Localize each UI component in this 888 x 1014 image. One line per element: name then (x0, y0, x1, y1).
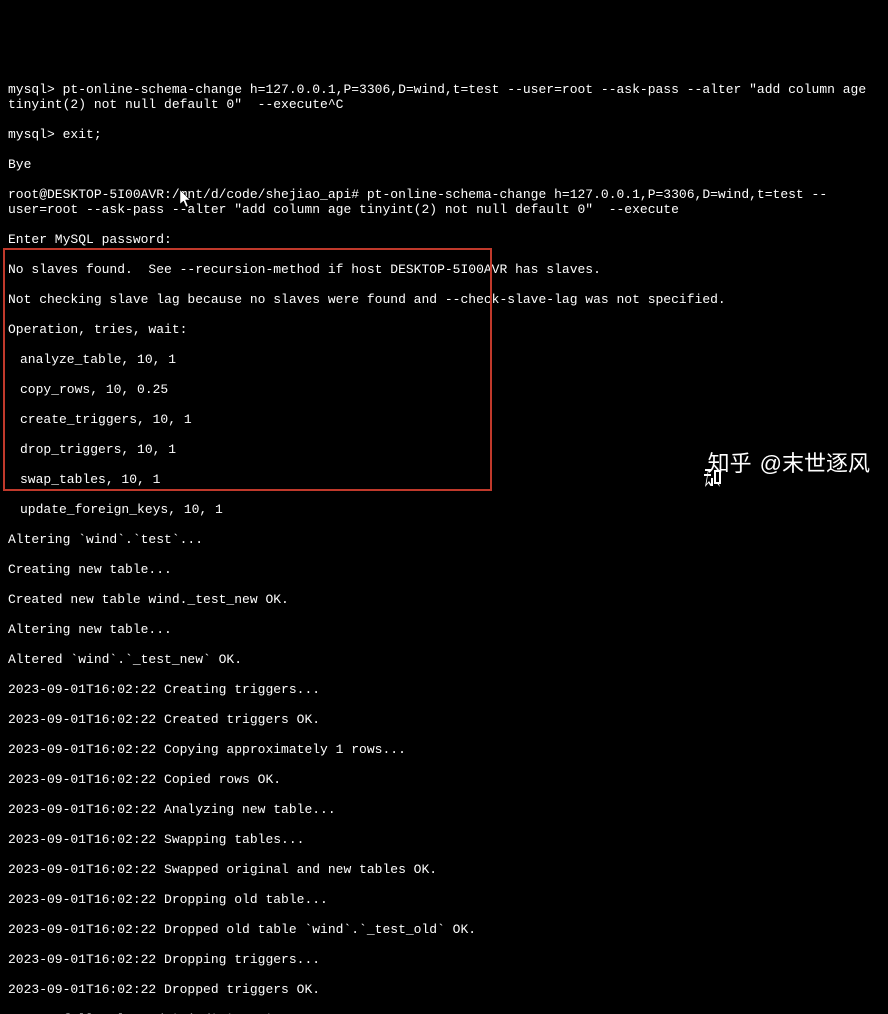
terminal-line: Altered `wind`.`_test_new` OK. (8, 652, 880, 667)
terminal-line: mysql> pt-online-schema-change h=127.0.0… (8, 82, 880, 112)
terminal-line: No slaves found. See --recursion-method … (8, 262, 880, 277)
terminal-line: swap_tables, 10, 1 (8, 472, 880, 487)
terminal-line: Altering `wind`.`test`... (8, 532, 880, 547)
terminal-line: root@DESKTOP-5I00AVR:/mnt/d/code/shejiao… (8, 187, 880, 217)
terminal-line: 2023-09-01T16:02:22 Dropping old table..… (8, 892, 880, 907)
terminal-line: Creating new table... (8, 562, 880, 577)
terminal-line: 2023-09-01T16:02:22 Dropping triggers... (8, 952, 880, 967)
terminal-line: drop_triggers, 10, 1 (8, 442, 880, 457)
terminal-line: 2023-09-01T16:02:22 Creating triggers... (8, 682, 880, 697)
terminal-line: 2023-09-01T16:02:22 Dropped triggers OK. (8, 982, 880, 997)
terminal-line: 2023-09-01T16:02:22 Analyzing new table.… (8, 802, 880, 817)
terminal-line: Altering new table... (8, 622, 880, 637)
terminal-line: Operation, tries, wait: (8, 322, 880, 337)
terminal-output[interactable]: mysql> pt-online-schema-change h=127.0.0… (0, 60, 888, 1014)
terminal-line: 2023-09-01T16:02:22 Copying approximatel… (8, 742, 880, 757)
terminal-line: Created new table wind._test_new OK. (8, 592, 880, 607)
terminal-line: copy_rows, 10, 0.25 (8, 382, 880, 397)
terminal-line: Enter MySQL password: (8, 232, 880, 247)
terminal-line: update_foreign_keys, 10, 1 (8, 502, 880, 517)
terminal-line: 2023-09-01T16:02:22 Dropped old table `w… (8, 922, 880, 937)
terminal-line: mysql> exit; (8, 127, 880, 142)
terminal-line: analyze_table, 10, 1 (8, 352, 880, 367)
terminal-line: Bye (8, 157, 880, 172)
terminal-line: 2023-09-01T16:02:22 Swapping tables... (8, 832, 880, 847)
terminal-line: 2023-09-01T16:02:22 Created triggers OK. (8, 712, 880, 727)
terminal-line: Successfully altered `wind`.`test`. (8, 1012, 880, 1014)
terminal-line: Not checking slave lag because no slaves… (8, 292, 880, 307)
terminal-line: create_triggers, 10, 1 (8, 412, 880, 427)
terminal-line: 2023-09-01T16:02:22 Copied rows OK. (8, 772, 880, 787)
terminal-line: 2023-09-01T16:02:22 Swapped original and… (8, 862, 880, 877)
